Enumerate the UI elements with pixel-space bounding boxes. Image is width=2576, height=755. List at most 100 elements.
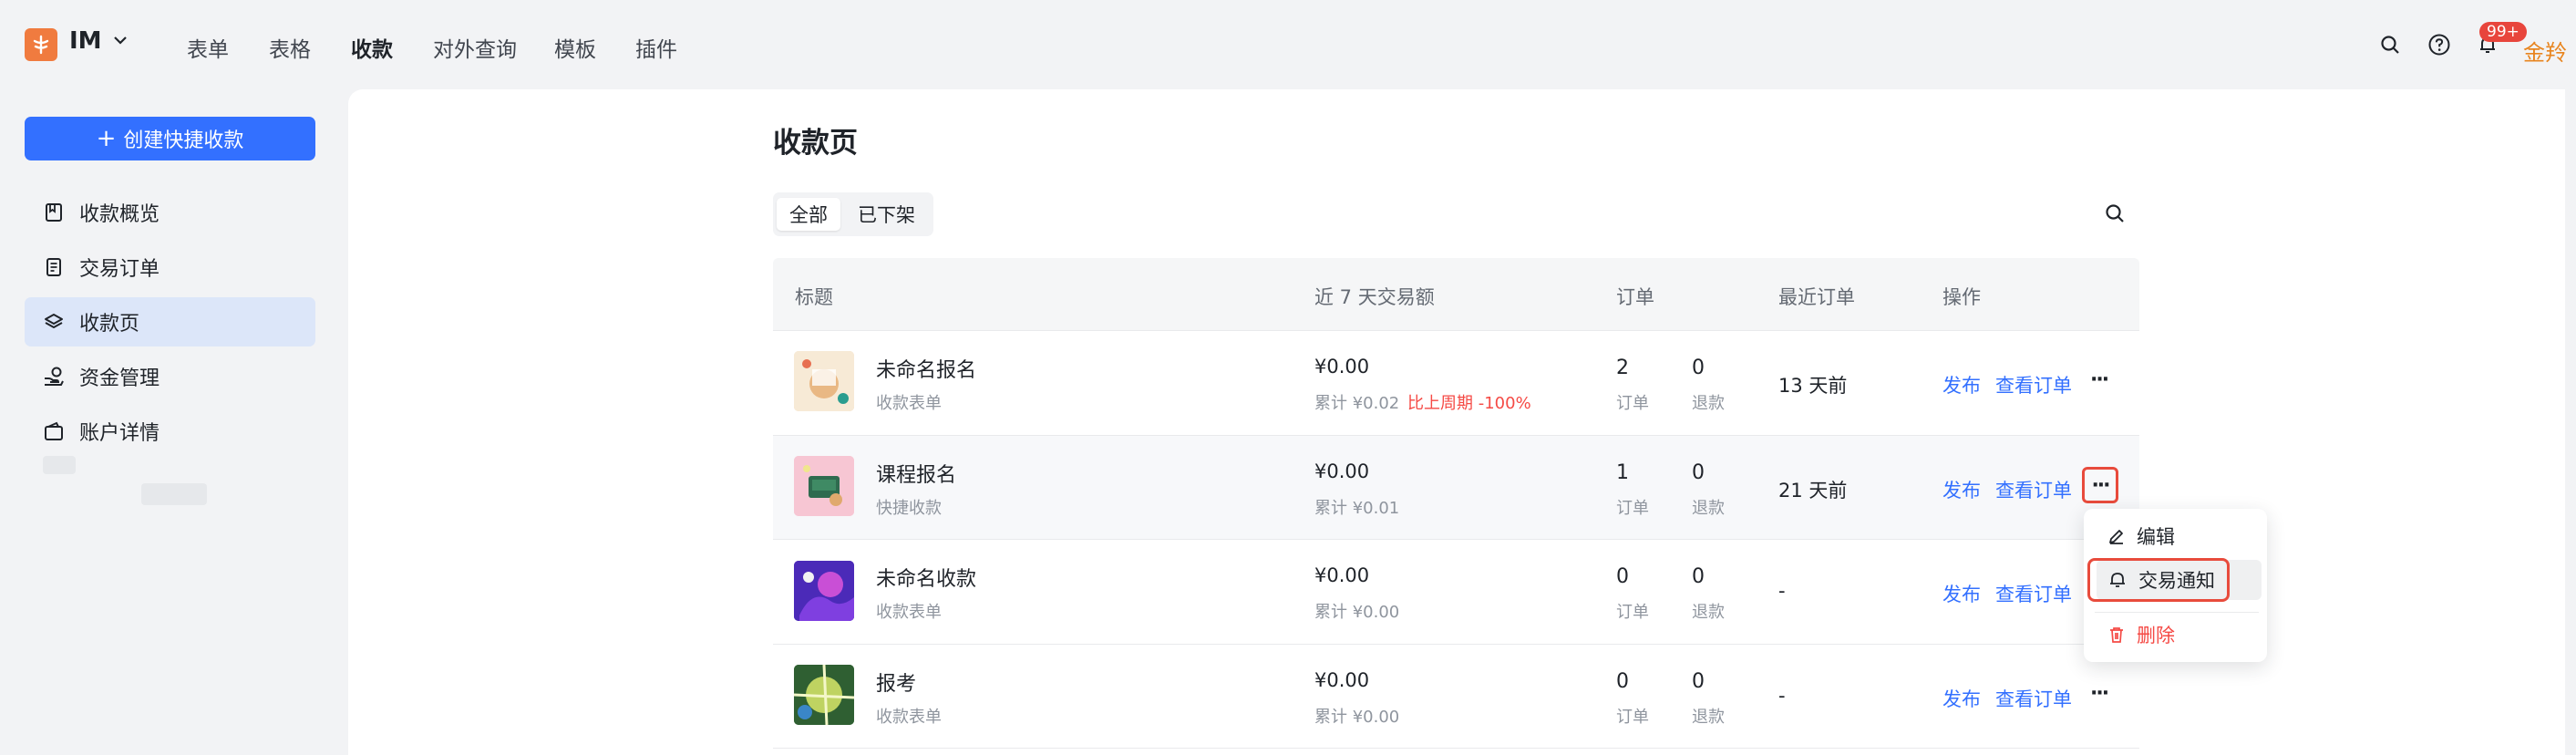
help-icon[interactable] [2426,31,2453,58]
row-type: 收款表单 [876,603,942,622]
nav-table[interactable]: 表格 [269,32,311,63]
menu-divider [2095,612,2259,613]
row-thumbnail [794,665,854,725]
row-recent-order: - [1778,580,1786,602]
row-orders-count: 2 [1616,357,1629,379]
more-icon: ··· [2091,473,2110,497]
nav-public-query[interactable]: 对外查询 [433,32,517,63]
book-icon [43,202,65,223]
row-title[interactable]: 未命名收款 [876,563,976,592]
row-refunds-count: 0 [1692,565,1705,588]
trash-icon [2107,626,2126,644]
row-compare-period: 比上周期 -100% [1407,394,1531,413]
row-amount: ¥0.00 [1314,356,1370,378]
more-actions-button[interactable]: ··· [2090,368,2109,391]
row-type: 收款表单 [876,394,942,413]
column-header-title: 标题 [795,286,833,308]
row-refunds-label: 退款 [1692,499,1725,518]
row-type: 收款表单 [876,708,942,727]
row-orders-count: 0 [1616,565,1629,588]
sidebar-item-label: 收款页 [79,313,140,336]
more-actions-button[interactable]: ··· [2090,682,2109,705]
nav-form[interactable]: 表单 [187,32,229,63]
order-doc-icon [43,256,65,278]
row-refunds-count: 0 [1692,357,1705,379]
sidebar-item-orders[interactable]: 交易订单 [25,243,315,292]
filter-offline[interactable]: 已下架 [845,198,928,231]
sidebar-item-label: 资金管理 [79,367,160,390]
column-header-orders: 订单 [1616,286,1654,308]
column-header-recent-order: 最近订单 [1778,286,1855,308]
sidebar-item-label: 收款概览 [79,203,160,226]
sidebar-item-label: 交易订单 [79,258,160,281]
row-orders-count: 1 [1616,461,1629,484]
row-orders-label: 订单 [1616,394,1649,413]
search-icon[interactable] [2376,31,2404,58]
row-refunds-label: 退款 [1692,603,1725,622]
table-header [773,258,2139,330]
row-cumulative: 累计 ¥0.00 [1314,603,1400,622]
filter-all[interactable]: 全部 [777,198,840,231]
search-icon[interactable] [2104,202,2126,228]
row-thumbnail [794,561,854,621]
row-amount: ¥0.00 [1314,669,1370,691]
sidebar-item-overview[interactable]: 收款概览 [25,188,315,237]
row-type: 快捷收款 [876,499,942,518]
column-header-actions: 操作 [1942,286,1981,308]
loading-skeleton [43,456,76,474]
table-row[interactable] [773,331,2139,435]
hand-coin-icon [43,366,65,388]
chevron-down-icon[interactable] [111,31,129,54]
row-recent-order: 21 天前 [1778,480,1848,502]
team-name[interactable]: IM [69,27,102,55]
nav-plugin[interactable]: 插件 [635,32,677,63]
row-title[interactable]: 课程报名 [876,459,956,488]
sidebar-item-funds[interactable]: 资金管理 [25,352,315,401]
view-orders-link[interactable]: 查看订单 [1995,685,2072,712]
more-actions-button-active[interactable]: ··· [2082,467,2118,503]
loading-skeleton [141,483,207,505]
sidebar-item-payment-page[interactable]: 收款页 [25,297,315,346]
brand-text: 金羚 [2523,40,2567,66]
row-recent-order: - [1778,685,1786,707]
nav-template[interactable]: 模板 [554,32,596,63]
plus-icon: + [96,125,117,152]
row-title[interactable]: 报考 [876,667,916,697]
publish-link[interactable]: 发布 [1942,685,1981,712]
row-recent-order: 13 天前 [1778,375,1848,397]
row-orders-label: 订单 [1616,708,1649,727]
page-title: 收款页 [773,127,858,160]
view-orders-link[interactable]: 查看订单 [1995,476,2072,503]
row-divider [773,748,2139,749]
row-orders-count: 0 [1616,670,1629,693]
create-quick-payment-button[interactable]: + 创建快捷收款 [25,117,315,160]
menu-item-label: 编辑 [2137,526,2175,548]
row-orders-label: 订单 [1616,603,1649,622]
publish-link[interactable]: 发布 [1942,476,1981,503]
column-header-7day-amount: 近 7 天交易额 [1314,286,1435,308]
layers-icon [43,311,65,333]
view-orders-link[interactable]: 查看订单 [1995,580,2072,607]
table-row[interactable] [773,644,2139,748]
nav-payment[interactable]: 收款 [351,32,393,63]
sidebar-item-label: 账户详情 [79,422,160,445]
row-refunds-label: 退款 [1692,708,1725,727]
row-cumulative: 累计 ¥0.01 [1314,499,1400,518]
wallet-icon [43,420,65,442]
row-refunds-count: 0 [1692,461,1705,484]
menu-item-edit[interactable]: 编辑 [2097,516,2262,556]
table-row[interactable] [773,539,2139,644]
notification-badge: 99+ [2479,22,2527,42]
row-thumbnail [794,456,854,516]
publish-link[interactable]: 发布 [1942,371,1981,398]
publish-link[interactable]: 发布 [1942,580,1981,607]
table-row[interactable] [773,435,2139,539]
view-orders-link[interactable]: 查看订单 [1995,371,2072,398]
sidebar-item-account[interactable]: 账户详情 [25,407,315,456]
edit-icon [2107,527,2126,545]
row-refunds-label: 退款 [1692,394,1725,413]
row-title[interactable]: 未命名报名 [876,354,976,383]
app-logo-icon[interactable] [25,28,57,61]
menu-item-delete[interactable]: 删除 [2097,615,2262,655]
row-amount: ¥0.00 [1314,460,1370,482]
